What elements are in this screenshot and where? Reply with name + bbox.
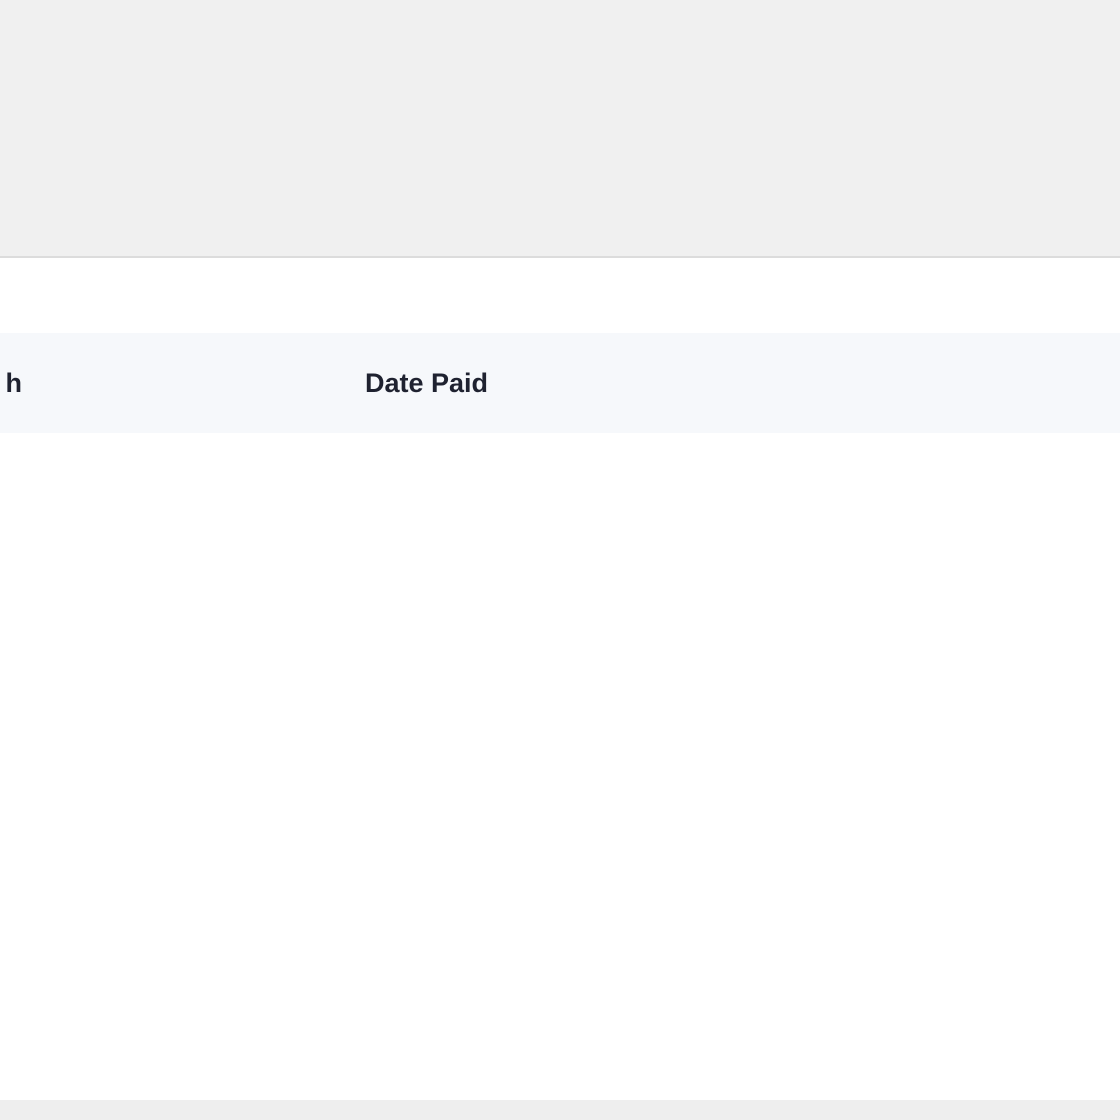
top-area [0,0,1120,258]
column-header-partial[interactable]: h [0,333,23,433]
table-header: h Date Paid [0,333,1120,433]
bottom-strip [0,1100,1120,1120]
payments-panel: h Date Paid [0,258,1120,1100]
page: h Date Paid [0,0,1120,1120]
column-header-date-paid[interactable]: Date Paid [365,333,488,433]
